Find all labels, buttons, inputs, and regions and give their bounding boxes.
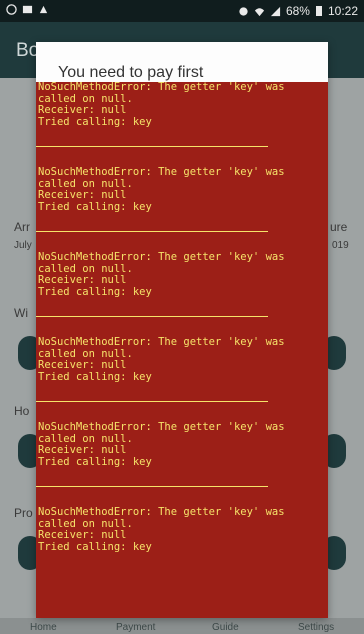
- dialog-title: You need to pay first: [58, 64, 204, 81]
- bug-icon: [39, 5, 48, 14]
- error-message: NoSuchMethodError: The getter 'key' was …: [38, 421, 285, 468]
- status-bar: 68% 10:22: [0, 0, 364, 22]
- wifi-section-label: Wi: [14, 306, 28, 320]
- status-notification-icons: [6, 4, 49, 15]
- error-message: NoSuchMethodError: The getter 'key' was …: [38, 166, 285, 213]
- nav-home[interactable]: Home: [30, 622, 57, 633]
- departure-label: ure: [330, 220, 348, 234]
- wifi-icon: [254, 7, 265, 16]
- error-divider: [36, 231, 268, 232]
- whatsapp-icon: [6, 4, 17, 15]
- image-icon: [22, 5, 33, 14]
- alarm-icon: [239, 6, 248, 16]
- error-message: NoSuchMethodError: The getter 'key' was …: [38, 506, 285, 553]
- error-divider: [36, 486, 268, 487]
- arrival-label: Arr: [14, 220, 30, 234]
- error-block: NoSuchMethodError: The getter 'key' was …: [36, 82, 328, 147]
- signal-icon: [270, 6, 281, 16]
- status-system-icons: 68% 10:22: [238, 4, 358, 18]
- battery-icon: [315, 6, 322, 16]
- error-block: NoSuchMethodError: The getter 'key' was …: [36, 336, 328, 402]
- departure-date: 019: [332, 240, 349, 251]
- error-block: NoSuchMethodError: The getter 'key' was …: [36, 166, 328, 232]
- error-block: NoSuchMethodError: The getter 'key' was …: [36, 506, 328, 553]
- house-section-label: Ho: [14, 404, 30, 418]
- error-block: NoSuchMethodError: The getter 'key' was …: [36, 421, 328, 487]
- nav-payment[interactable]: Payment: [116, 622, 155, 633]
- bottom-navigation: Home Payment Guide Settings: [0, 618, 364, 634]
- profile-section-label: Pro: [14, 506, 33, 520]
- error-block: NoSuchMethodError: The getter 'key' was …: [36, 251, 328, 317]
- clock: 10:22: [327, 4, 358, 18]
- error-message: NoSuchMethodError: The getter 'key' was …: [38, 82, 285, 128]
- error-overlay: NoSuchMethodError: The getter 'key' was …: [36, 82, 328, 618]
- error-divider: [36, 401, 268, 402]
- nav-settings[interactable]: Settings: [298, 622, 334, 633]
- payment-dialog: You need to pay first NoSuchMethodError:…: [36, 42, 328, 618]
- arrival-date: July: [14, 240, 32, 251]
- error-message: NoSuchMethodError: The getter 'key' was …: [38, 336, 285, 383]
- battery-percent: 68%: [285, 4, 310, 18]
- nav-guide[interactable]: Guide: [212, 622, 239, 633]
- error-divider: [36, 316, 268, 317]
- error-message: NoSuchMethodError: The getter 'key' was …: [38, 251, 285, 298]
- error-divider: [36, 146, 268, 147]
